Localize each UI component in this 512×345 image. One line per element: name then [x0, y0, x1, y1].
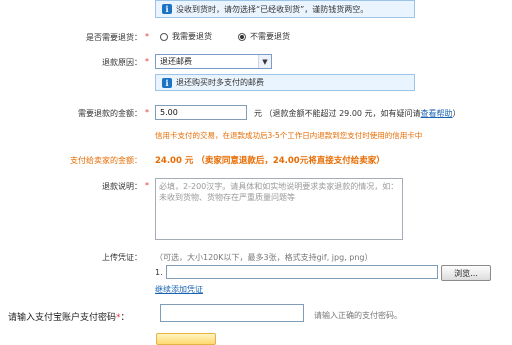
refund-amount-value: 5.00: [160, 108, 178, 117]
reason-notice-text: 退还购买时多支付的邮费: [176, 78, 264, 87]
password-colon: ：: [120, 313, 130, 323]
password-label: 请输入支付宝账户支付密码*：: [8, 310, 130, 323]
refund-desc-textarea[interactable]: 必填，2-200汉字。请具体和如实地说明要求卖家退款的情况，如：未收到货物、货物…: [155, 178, 403, 240]
password-hint: 请输入正确的支付密码。: [314, 310, 402, 321]
refund-reason-label-text: 退款原因：: [102, 58, 142, 67]
password-label-text: 请输入支付宝账户支付密码: [8, 313, 117, 323]
password-hint-text: 请输入正确的支付密码。: [314, 311, 402, 320]
refund-reason-required-mark: *: [145, 57, 149, 66]
seller-pay-value: 24.00 元 （卖家同意退款后，24.00元将直接支付给卖家）: [155, 154, 385, 166]
seller-pay-note: （卖家同意退款后，24.00元将直接支付给卖家）: [196, 156, 385, 166]
dropdown-arrow-icon[interactable]: ▼: [258, 55, 271, 68]
info-icon: i: [162, 4, 172, 14]
need-return-label-text: 是否需要退货：: [86, 33, 142, 42]
refund-desc-required-mark: *: [145, 181, 149, 190]
refund-amount-unit: 元: [254, 109, 262, 118]
refund-reason-value: 退还邮费: [160, 57, 192, 66]
top-notice: i 没收到货时，请勿选择“已经收到货”，谨防钱货两空。: [155, 0, 415, 18]
credit-card-note-text: 信用卡支付的交易，在退款成功后3-5个工作日内退款到您支付时使用的信用卡中: [155, 131, 423, 140]
submit-button[interactable]: [156, 333, 216, 345]
need-return-yes-label: 我需要退货: [172, 32, 212, 41]
refund-amount-hint-prefix: （退款金额不能超过: [264, 109, 337, 118]
need-return-label: 是否需要退货：: [30, 32, 142, 43]
refund-amount-label: 需要退款的金额：: [30, 108, 142, 119]
seller-pay-amount: 24.00 元: [155, 156, 194, 166]
upload-hint: （可选，大小120K以下，最多3张，格式支持gif, jpg, png）: [155, 252, 373, 263]
top-notice-text: 没收到货时，请勿选择“已经收到货”，谨防钱货两空。: [176, 4, 369, 14]
need-return-required-mark: *: [145, 32, 149, 41]
refund-amount-hint-suffix: 元，如有疑问请: [364, 109, 421, 118]
reason-notice: i 退还购买时多支付的邮费: [155, 74, 415, 91]
add-more-proof-link[interactable]: 继续添加凭证: [155, 284, 203, 295]
upload-label-text: 上传凭证：: [102, 253, 142, 262]
upload-index: 1.: [155, 268, 163, 277]
help-link[interactable]: 查看帮助: [421, 109, 453, 118]
upload-hint-text: （可选，大小120K以下，最多3张，格式支持gif, jpg, png）: [155, 253, 373, 262]
upload-label: 上传凭证：: [30, 252, 142, 263]
info-icon: i: [162, 77, 172, 88]
radio-icon[interactable]: [160, 32, 168, 41]
need-return-no-option[interactable]: 不需要退货: [238, 31, 290, 42]
refund-reason-label: 退款原因：: [30, 57, 142, 68]
browse-button-label: 浏览...: [454, 268, 478, 278]
need-return-no-label: 不需要退货: [250, 32, 290, 41]
refund-desc-placeholder: 必填，2-200汉字。请具体和如实地说明要求卖家退款的情况，如：未收到货物、货物…: [159, 182, 399, 202]
refund-amount-hint-close: ）: [452, 109, 461, 118]
refund-desc-label: 退款说明：: [30, 181, 142, 192]
seller-pay-label-text: 支付给卖家的金额：: [70, 156, 142, 165]
refund-reason-select[interactable]: 退还邮费 ▼: [155, 54, 272, 69]
upload-file-input[interactable]: [166, 265, 438, 279]
refund-desc-label-text: 退款说明：: [102, 182, 142, 191]
refund-amount-required-mark: *: [145, 108, 149, 117]
browse-button[interactable]: 浏览...: [441, 265, 491, 281]
refund-amount-input[interactable]: 5.00: [155, 105, 247, 120]
refund-amount-label-text: 需要退款的金额：: [78, 109, 142, 118]
seller-pay-label: 支付给卖家的金额：: [30, 155, 142, 166]
need-return-yes-option[interactable]: 我需要退货: [160, 31, 212, 42]
credit-card-note: 信用卡支付的交易，在退款成功后3-5个工作日内退款到您支付时使用的信用卡中: [155, 130, 422, 141]
refund-amount-hint: 元 （退款金额不能超过 29.00 元，如有疑问请查看帮助）: [254, 108, 461, 119]
password-input[interactable]: [160, 304, 304, 322]
refund-amount-max: 29.00: [339, 109, 362, 118]
radio-icon-selected[interactable]: [238, 32, 246, 41]
